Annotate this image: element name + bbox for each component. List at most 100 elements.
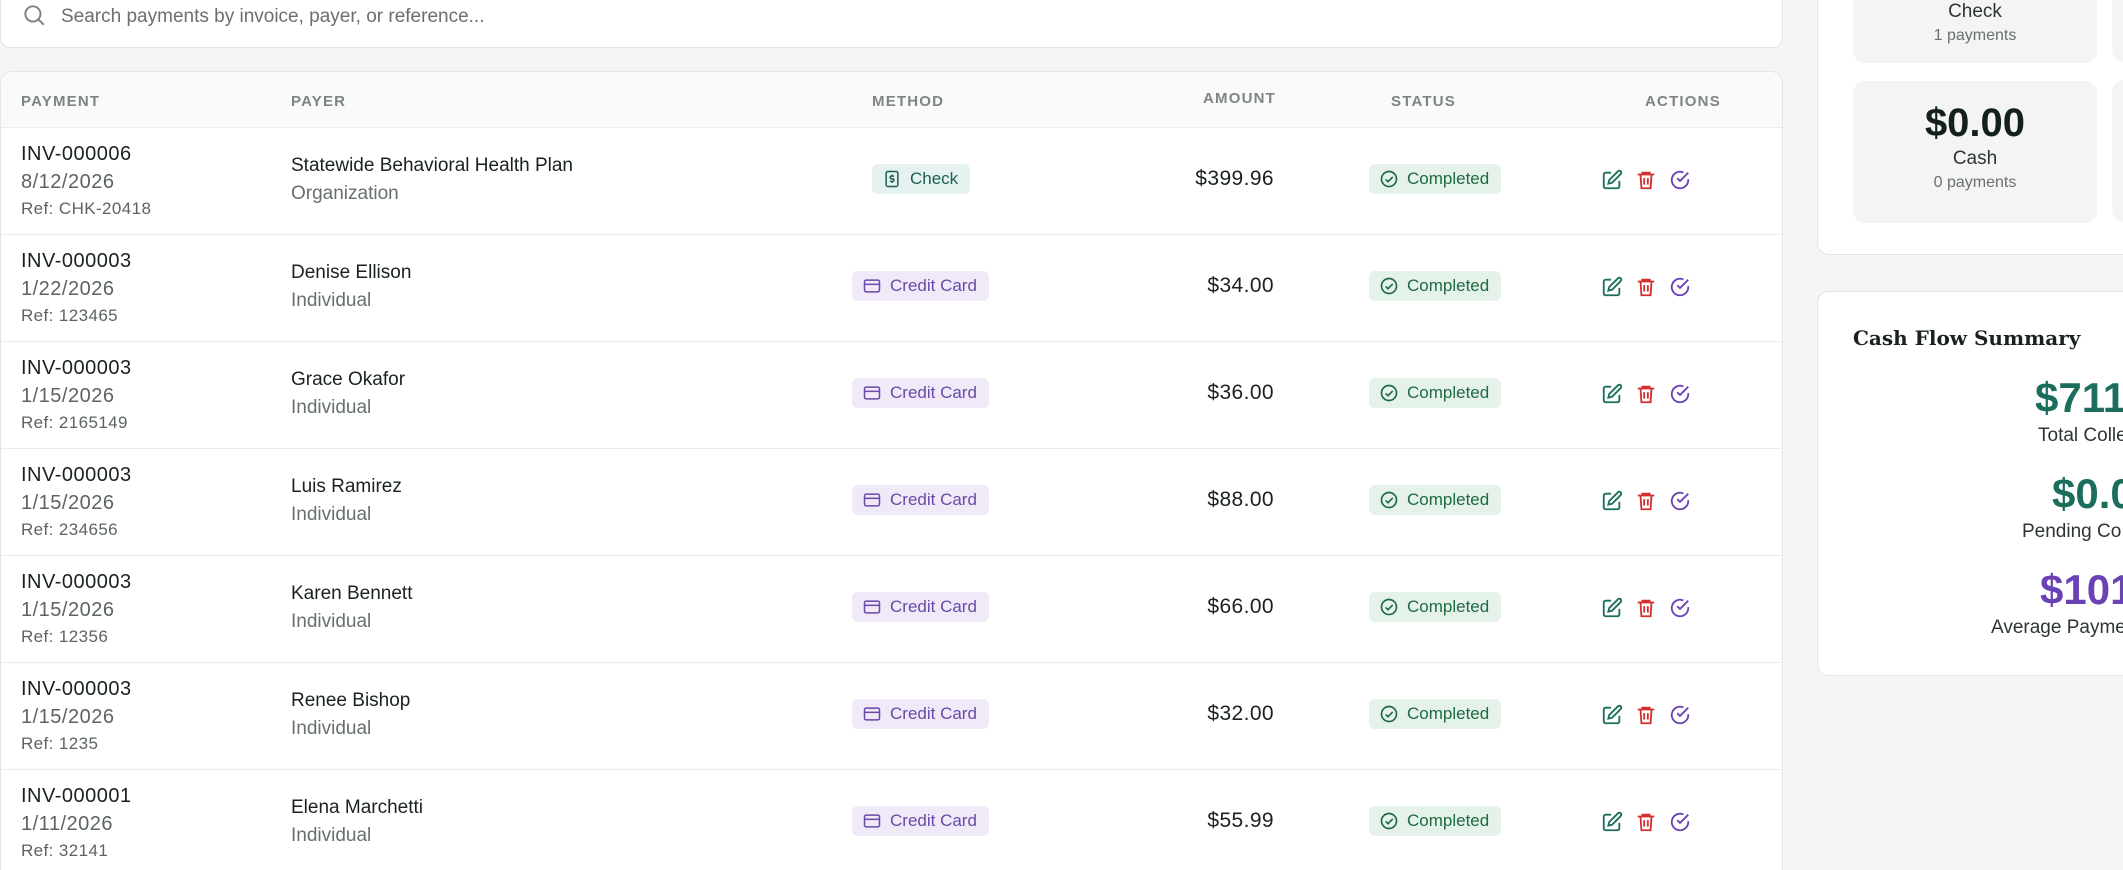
column-header-actions: ACTIONS bbox=[1645, 93, 1721, 110]
payer-name: Grace Okafor bbox=[291, 369, 406, 390]
credit-card-icon bbox=[862, 704, 890, 724]
table-row[interactable]: INV-000003 1/15/2026 Ref: 2165149 Grace Oka… bbox=[1, 342, 1782, 449]
method-summary-card: Check 1 payments $0.00 Cash 0 payments bbox=[1817, 0, 2123, 255]
status-label: Completed bbox=[1407, 490, 1490, 509]
invoice-number[interactable]: INV-000003 bbox=[21, 678, 132, 701]
trash-icon[interactable] bbox=[1635, 383, 1657, 405]
mark-complete-icon[interactable] bbox=[1669, 490, 1691, 512]
status-badge: Completed bbox=[1369, 164, 1502, 194]
edit-icon[interactable] bbox=[1601, 597, 1623, 619]
check-circle-icon bbox=[1379, 597, 1407, 617]
edit-icon[interactable] bbox=[1601, 383, 1623, 405]
credit-card-icon bbox=[862, 383, 890, 403]
status-label: Completed bbox=[1407, 597, 1490, 616]
payment-amount: $399.96 bbox=[1195, 167, 1274, 190]
method-tile-label: Check bbox=[1948, 1, 2002, 22]
row-actions bbox=[1601, 276, 1691, 298]
payer-name: Denise Ellison bbox=[291, 262, 412, 283]
method-label: Credit Card bbox=[890, 276, 977, 295]
edit-icon[interactable] bbox=[1601, 490, 1623, 512]
average-payment-value: $101 bbox=[2040, 566, 2123, 613]
payment-amount: $36.00 bbox=[1207, 381, 1274, 404]
payment-date: 1/15/2026 bbox=[21, 599, 115, 621]
invoice-number[interactable]: INV-000003 bbox=[21, 464, 132, 487]
edit-icon[interactable] bbox=[1601, 276, 1623, 298]
payer-name: Karen Bennett bbox=[291, 583, 413, 604]
payment-reference: Ref: 2165149 bbox=[21, 413, 128, 432]
mark-complete-icon[interactable] bbox=[1669, 276, 1691, 298]
method-label: Check bbox=[910, 169, 959, 188]
mark-complete-icon[interactable] bbox=[1669, 811, 1691, 833]
payer-name: Luis Ramirez bbox=[291, 476, 402, 497]
column-header-amount[interactable]: AMOUNT bbox=[1203, 90, 1276, 107]
payment-date: 1/15/2026 bbox=[21, 706, 115, 728]
payment-reference: Ref: 123465 bbox=[21, 306, 119, 325]
trash-icon[interactable] bbox=[1635, 597, 1657, 619]
method-badge: Credit Card bbox=[852, 699, 989, 729]
trash-icon[interactable] bbox=[1635, 704, 1657, 726]
status-label: Completed bbox=[1407, 383, 1490, 402]
column-header-payer[interactable]: PAYER bbox=[291, 93, 346, 110]
payer-name: Elena Marchetti bbox=[291, 797, 424, 818]
invoice-number[interactable]: INV-000006 bbox=[21, 143, 132, 166]
payment-reference: Ref: 32141 bbox=[21, 841, 109, 860]
credit-card-icon bbox=[862, 276, 890, 296]
table-row[interactable]: INV-000001 1/11/2026 Ref: 32141 Elena March… bbox=[1, 770, 1782, 870]
status-label: Completed bbox=[1407, 169, 1490, 188]
payer-name: Statewide Behavioral Health Plan bbox=[291, 155, 574, 176]
method-badge: Credit Card bbox=[852, 592, 989, 622]
mark-complete-icon[interactable] bbox=[1669, 383, 1691, 405]
average-payment-label: Average Payme bbox=[1991, 617, 2123, 638]
credit-card-icon bbox=[862, 490, 890, 510]
invoice-number[interactable]: INV-000003 bbox=[21, 250, 132, 273]
table-row[interactable]: INV-000003 1/15/2026 Ref: 12356 Karen Benne… bbox=[1, 556, 1782, 663]
cash-flow-summary-card: Cash Flow Summary $711. Total Colle $0.0… bbox=[1817, 291, 2123, 676]
payment-reference: Ref: 12356 bbox=[21, 627, 109, 646]
method-tile-check: Check 1 payments bbox=[1853, 0, 2097, 63]
check-circle-icon bbox=[1379, 490, 1407, 510]
status-badge: Completed bbox=[1369, 592, 1502, 622]
table-row[interactable]: INV-000003 1/22/2026 Ref: 123465 Denise Ell… bbox=[1, 235, 1782, 342]
total-collected-value: $711. bbox=[2035, 374, 2123, 421]
credit-card-icon bbox=[862, 597, 890, 617]
method-label: Credit Card bbox=[890, 597, 977, 616]
table-row[interactable]: INV-000006 8/12/2026 Ref: CHK-20418 Statewi… bbox=[1, 128, 1782, 235]
payer-type: Individual bbox=[291, 397, 372, 418]
payer-type: Individual bbox=[291, 611, 372, 632]
table-row[interactable]: INV-000003 1/15/2026 Ref: 1235 Renee Bishop… bbox=[1, 663, 1782, 770]
search-input[interactable] bbox=[61, 6, 1561, 28]
method-badge: Credit Card bbox=[852, 485, 989, 515]
mark-complete-icon[interactable] bbox=[1669, 704, 1691, 726]
payer-type: Individual bbox=[291, 825, 372, 846]
edit-icon[interactable] bbox=[1601, 811, 1623, 833]
row-actions bbox=[1601, 169, 1691, 191]
method-tile-partial bbox=[2112, 0, 2123, 62]
method-badge: Credit Card bbox=[852, 806, 989, 836]
trash-icon[interactable] bbox=[1635, 811, 1657, 833]
column-header-payment[interactable]: PAYMENT bbox=[21, 93, 100, 110]
mark-complete-icon[interactable] bbox=[1669, 597, 1691, 619]
payer-type: Organization bbox=[291, 183, 399, 204]
mark-complete-icon[interactable] bbox=[1669, 169, 1691, 191]
status-badge: Completed bbox=[1369, 699, 1502, 729]
table-row[interactable]: INV-000003 1/15/2026 Ref: 234656 Luis Ramir… bbox=[1, 449, 1782, 556]
payment-amount: $32.00 bbox=[1207, 702, 1274, 725]
row-actions bbox=[1601, 597, 1691, 619]
invoice-number[interactable]: INV-000001 bbox=[21, 785, 132, 808]
credit-card-icon bbox=[862, 811, 890, 831]
payment-reference: Ref: 1235 bbox=[21, 734, 99, 753]
invoice-number[interactable]: INV-000003 bbox=[21, 571, 132, 594]
trash-icon[interactable] bbox=[1635, 490, 1657, 512]
trash-icon[interactable] bbox=[1635, 276, 1657, 298]
total-collected-label: Total Colle bbox=[2038, 425, 2123, 446]
method-tile-label: Cash bbox=[1952, 148, 1998, 169]
method-badge: Check bbox=[872, 164, 971, 194]
edit-icon[interactable] bbox=[1601, 704, 1623, 726]
invoice-number[interactable]: INV-000003 bbox=[21, 357, 132, 380]
edit-icon[interactable] bbox=[1601, 169, 1623, 191]
column-header-method[interactable]: METHOD bbox=[872, 93, 944, 110]
payment-reference: Ref: 234656 bbox=[21, 520, 119, 539]
payment-amount: $66.00 bbox=[1207, 595, 1274, 618]
column-header-status[interactable]: STATUS bbox=[1391, 93, 1456, 110]
trash-icon[interactable] bbox=[1635, 169, 1657, 191]
